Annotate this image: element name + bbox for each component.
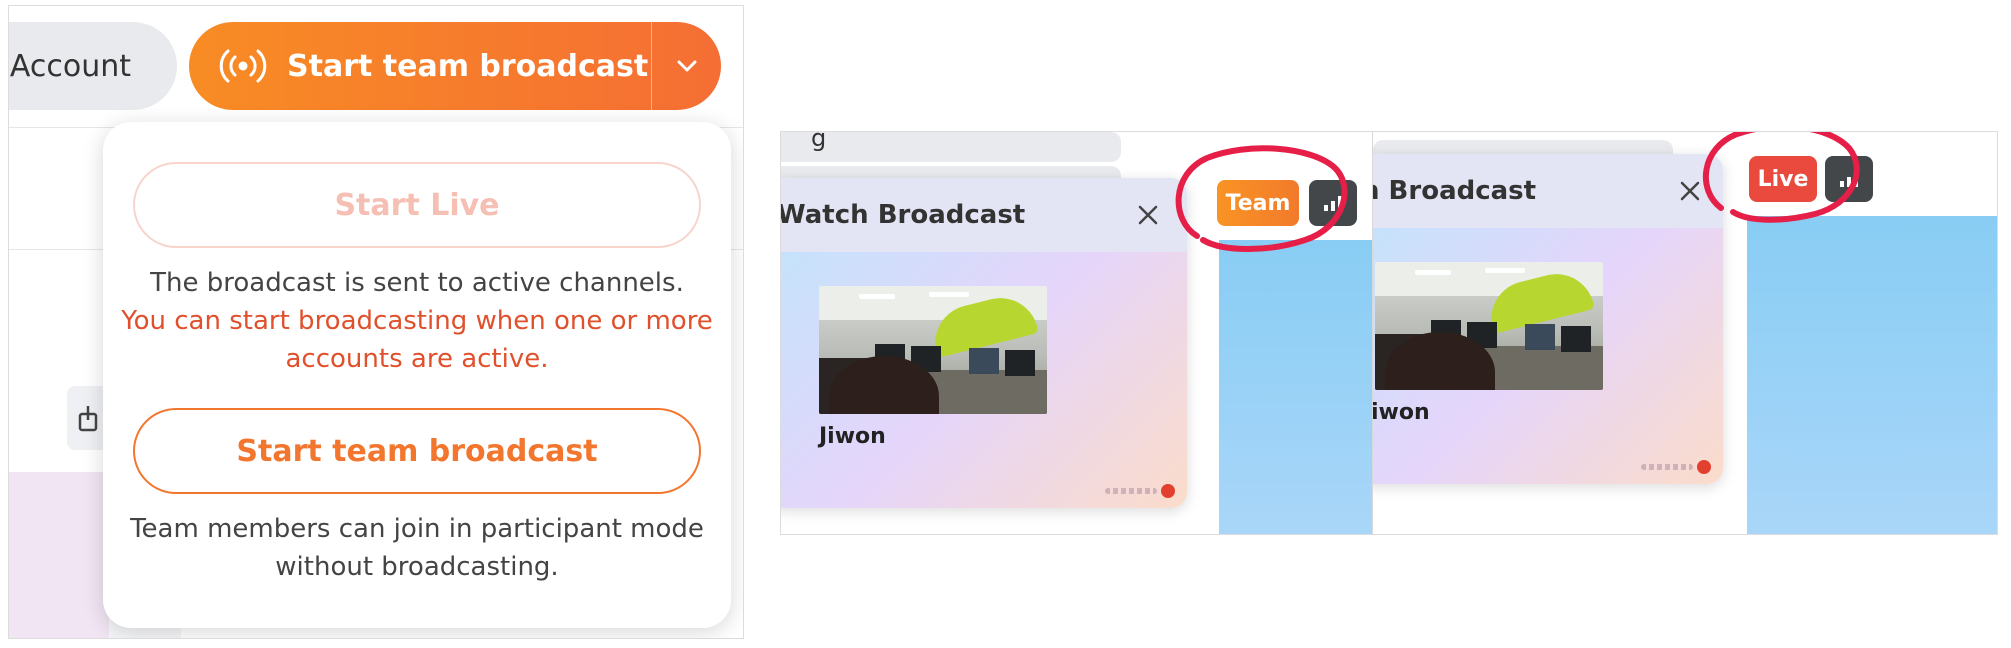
start-live-info: The broadcast is sent to active channels… [150,268,684,298]
start-live-label: Start Live [334,187,500,223]
card-header: Watch Broadcast [781,178,1187,252]
partial-row-text: g [811,132,827,152]
card-title: Watch Broadcast [781,200,1026,230]
team-broadcast-capture: g Watch Broadcast Jiwon Team [781,132,1373,534]
participant-video [1375,262,1603,390]
preview-column [1747,216,1997,534]
watermark [1105,484,1175,498]
live-status-badge: Live [1749,156,1817,202]
signal-icon [1840,172,1858,187]
close-icon[interactable] [1137,204,1159,226]
brand-logo-icon [1697,460,1711,474]
preview-column [1219,240,1372,534]
team-status-badge: Team [1217,180,1299,226]
account-button-label: Account [9,48,131,84]
start-team-broadcast-option[interactable]: Start team broadcast [133,408,701,494]
signal-button[interactable] [1309,180,1357,226]
chevron-down-icon [677,60,696,72]
broadcast-options-dropdown: Start Live The broadcast is sent to acti… [103,122,731,628]
watch-broadcast-card: Watch Broadcast Jiwon [781,178,1187,508]
account-button[interactable]: Account [9,22,177,110]
live-badge-label: Live [1757,166,1809,192]
card-header: n Broadcast [1373,154,1723,228]
broadcast-status-comparison: g Watch Broadcast Jiwon Team n Broadcast… [780,131,1998,535]
start-team-broadcast-label: Start team broadcast [287,48,649,84]
card-body: iwon [1373,228,1723,484]
side-tool-button[interactable] [67,386,107,450]
watermark [1641,460,1711,474]
card-title: n Broadcast [1373,176,1537,206]
signal-button[interactable] [1825,156,1873,202]
preview-tile [9,472,109,638]
team-badge-label: Team [1225,190,1291,216]
start-team-broadcast-split-button: Start team broadcast [189,22,721,110]
brand-logo-icon [1161,484,1175,498]
start-live-button[interactable]: Start Live [133,162,701,248]
close-icon[interactable] [1679,180,1701,202]
start-team-description: Team members can join in participant mod… [130,514,704,582]
participant-name: Jiwon [819,424,886,449]
start-live-warning: You can start broadcasting when one or m… [121,306,713,374]
start-team-broadcast-button[interactable]: Start team broadcast [189,22,651,110]
participant-name: iwon [1373,400,1430,425]
participant-video [819,286,1047,414]
list-row: g [781,132,1121,162]
watch-broadcast-card: n Broadcast iwon [1373,154,1723,484]
start-team-broadcast-option-label: Start team broadcast [236,433,598,469]
broadcast-menu-screenshot: Account Start team broadcast Start Live … [8,5,744,639]
signal-icon [1324,196,1342,211]
start-live-description: The broadcast is sent to active channels… [113,264,721,378]
share-icon [78,406,98,432]
top-bar: Account Start team broadcast [9,6,743,128]
card-body: Jiwon [781,252,1187,508]
live-broadcast-capture: n Broadcast iwon Live [1373,132,1997,534]
broadcast-options-toggle[interactable] [652,22,721,110]
broadcast-icon [219,49,267,83]
